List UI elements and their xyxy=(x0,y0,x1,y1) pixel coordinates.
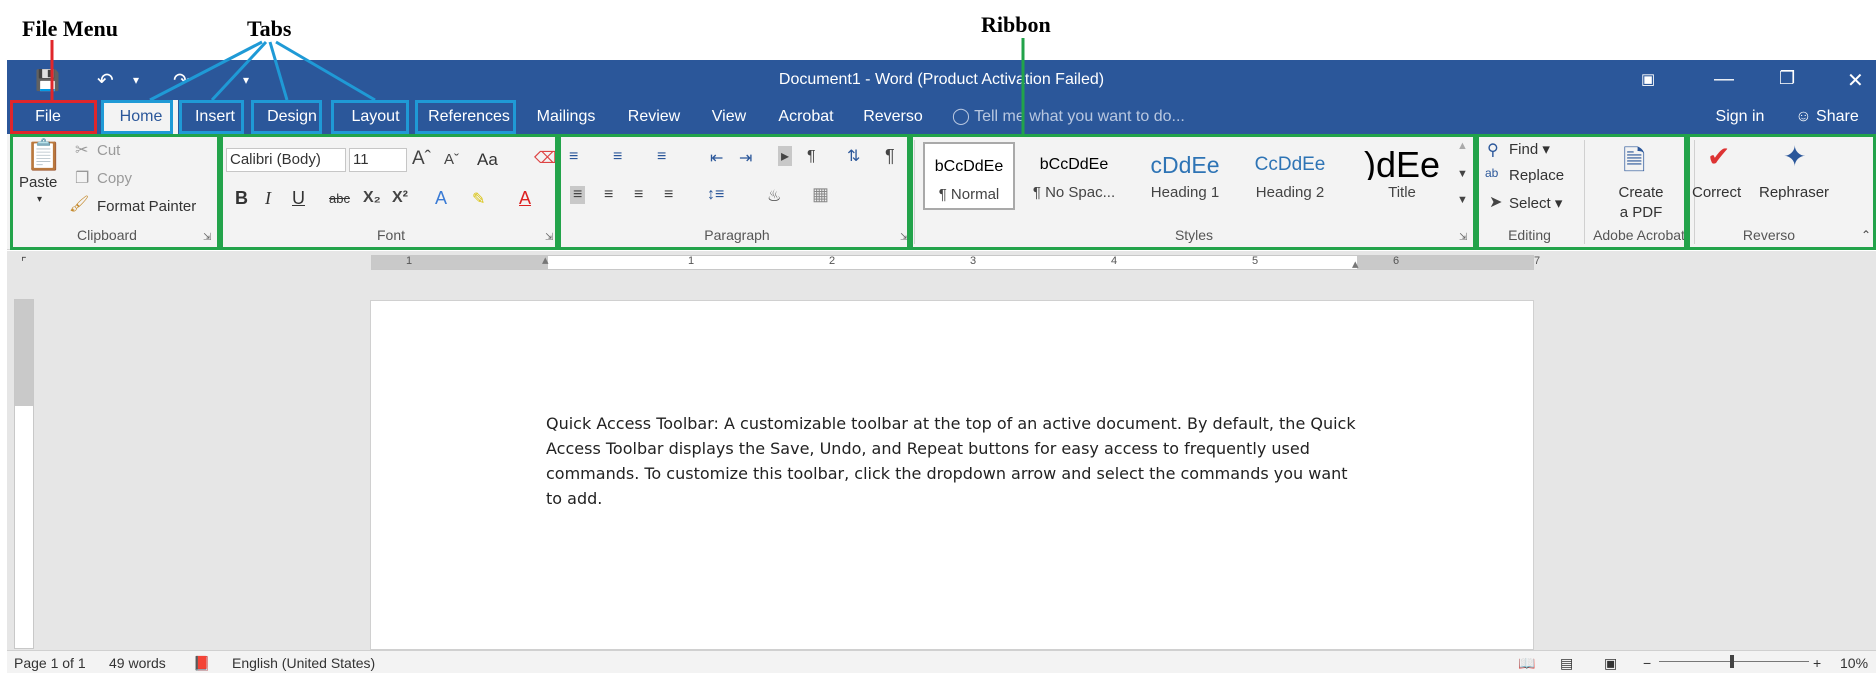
right-indent-marker-icon[interactable]: ▴ xyxy=(1352,256,1359,272)
title-bar: 💾 ↶ ▾ ↷ ▾ Document1 - Word (Product Acti… xyxy=(7,60,1876,100)
person-icon: ☺ xyxy=(1795,108,1812,125)
layout-tab-frame xyxy=(331,100,409,134)
ruler-number: 3 xyxy=(970,255,977,267)
home-tab-frame xyxy=(101,100,173,134)
minimize-icon[interactable]: — xyxy=(1714,68,1734,91)
tab-selector-icon[interactable]: ⌜ xyxy=(21,255,27,269)
language-indicator[interactable]: English (United States) xyxy=(232,655,375,671)
indent-marker-icon[interactable]: ▴ xyxy=(542,252,549,268)
read-mode-icon[interactable]: 📖 xyxy=(1518,655,1535,672)
ribbon-display-options-icon[interactable]: ▣ xyxy=(1641,70,1655,88)
insert-tab-frame xyxy=(179,100,244,134)
ribbon-frame-styles xyxy=(910,134,1476,250)
restore-icon[interactable]: ❐ xyxy=(1779,68,1795,89)
close-icon[interactable]: ✕ xyxy=(1847,68,1864,93)
annotation-tabs: Tabs xyxy=(247,16,292,41)
page-count[interactable]: Page 1 of 1 xyxy=(14,655,86,671)
tab-review[interactable]: Review xyxy=(622,100,686,134)
ruler-number: 1 xyxy=(406,255,413,267)
zoom-slider[interactable] xyxy=(1659,661,1809,662)
ruler-number: 6 xyxy=(1393,255,1400,267)
share-button[interactable]: ☺ Share xyxy=(1785,100,1869,134)
tell-me-placeholder: Tell me what you want to do... xyxy=(974,108,1185,125)
sign-in-link[interactable]: Sign in xyxy=(1706,100,1774,134)
zoom-in-icon[interactable]: + xyxy=(1813,655,1821,671)
document-workspace: ⌜ 1 1 2 3 4 5 6 7 ▴ ▴ Quick Access Toolb… xyxy=(7,251,1876,650)
print-layout-icon[interactable]: ▤ xyxy=(1560,655,1573,672)
tab-acrobat[interactable]: Acrobat xyxy=(769,100,843,134)
ribbon-frame-reverso xyxy=(1687,134,1876,250)
tab-mailings[interactable]: Mailings xyxy=(529,100,603,134)
references-tab-frame xyxy=(415,100,516,134)
document-page[interactable]: Quick Access Toolbar: A customizable too… xyxy=(370,300,1534,650)
lightbulb-icon: ◯ xyxy=(952,108,970,125)
ribbon-frame-font xyxy=(220,134,558,250)
tell-me-search[interactable]: ◯ Tell me what you want to do... xyxy=(952,100,1185,134)
status-bar: Page 1 of 1 49 words 📕 English (United S… xyxy=(7,650,1876,673)
ruler-number: 2 xyxy=(829,255,836,267)
ruler-number: 4 xyxy=(1111,255,1118,267)
horizontal-ruler[interactable]: 1 1 2 3 4 5 6 7 ▴ ▴ xyxy=(371,252,1540,272)
ribbon-frame-paragraph xyxy=(558,134,910,250)
ribbon-frame-editing xyxy=(1476,134,1687,250)
design-tab-frame xyxy=(251,100,322,134)
file-menu-frame xyxy=(10,100,97,134)
vertical-ruler[interactable] xyxy=(14,299,34,649)
document-body-text[interactable]: Quick Access Toolbar: A customizable too… xyxy=(546,411,1366,511)
ruler-number: 1 xyxy=(688,255,695,267)
annotation-ribbon: Ribbon xyxy=(981,12,1051,37)
proofing-icon[interactable]: 📕 xyxy=(193,655,210,672)
annotation-file-menu: File Menu xyxy=(22,16,118,41)
zoom-out-icon[interactable]: − xyxy=(1643,655,1651,671)
share-label: Share xyxy=(1816,108,1859,125)
ruler-number: 5 xyxy=(1252,255,1259,267)
ruler-number: 7 xyxy=(1534,255,1541,267)
ribbon-frame-clipboard xyxy=(10,134,220,250)
word-count[interactable]: 49 words xyxy=(109,655,166,671)
window-title: Document1 - Word (Product Activation Fai… xyxy=(778,71,1105,88)
tab-view[interactable]: View xyxy=(704,100,754,134)
web-layout-icon[interactable]: ▣ xyxy=(1604,655,1617,672)
tab-reverso[interactable]: Reverso xyxy=(859,100,927,134)
zoom-slider-thumb[interactable] xyxy=(1730,655,1734,668)
zoom-level[interactable]: 10% xyxy=(1840,655,1868,671)
